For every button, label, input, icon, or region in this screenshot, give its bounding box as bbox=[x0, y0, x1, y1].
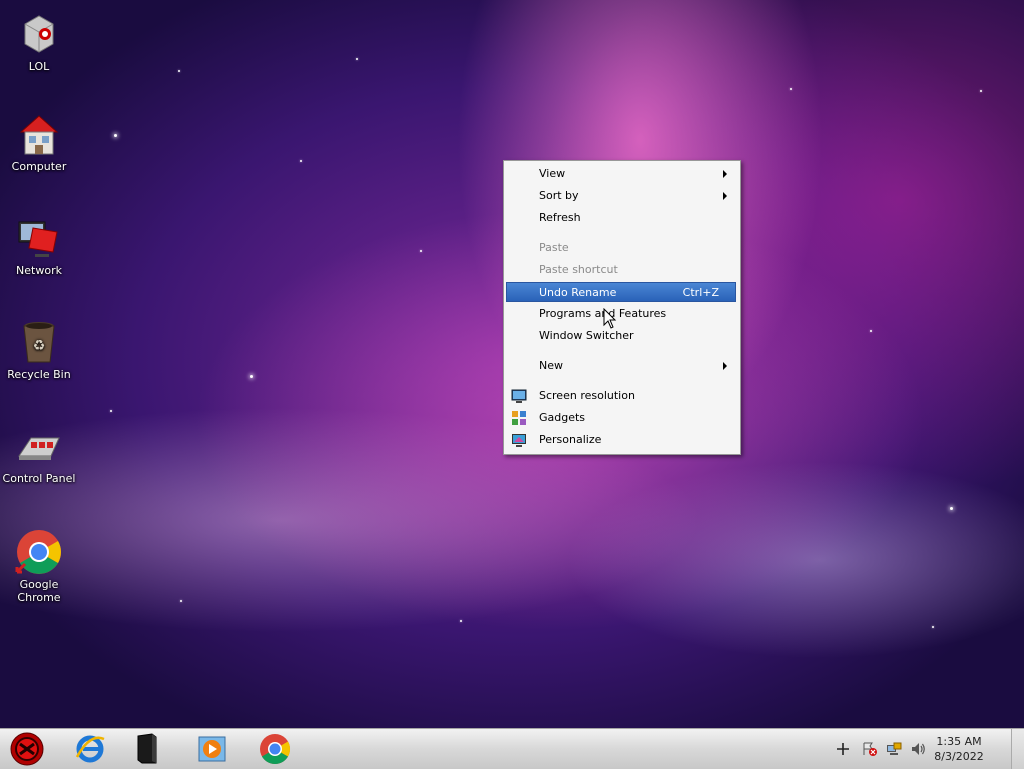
submenu-arrow-icon bbox=[723, 192, 727, 200]
menu-item-paste: Paste bbox=[506, 238, 736, 258]
star bbox=[110, 410, 112, 412]
star bbox=[980, 90, 982, 92]
network-icon bbox=[15, 214, 63, 262]
personalize-icon bbox=[511, 432, 527, 448]
menu-item-refresh[interactable]: Refresh bbox=[506, 208, 736, 228]
start-orb-icon bbox=[10, 732, 44, 766]
tray-action-center[interactable] bbox=[862, 741, 878, 757]
submenu-arrow-icon bbox=[723, 362, 727, 370]
menu-item-new[interactable]: New bbox=[506, 356, 736, 376]
desktop-icon-network[interactable]: Network bbox=[1, 214, 77, 277]
menu-item-paste-shortcut: Paste shortcut bbox=[506, 260, 736, 280]
tray-network[interactable] bbox=[886, 741, 902, 757]
menu-item-label: Screen resolution bbox=[539, 389, 635, 402]
star bbox=[178, 70, 180, 72]
tray-show-hidden-icons[interactable] bbox=[835, 741, 851, 757]
desktop-icon-control-panel[interactable]: Control Panel bbox=[1, 422, 77, 485]
taskbar-media-player[interactable] bbox=[196, 733, 228, 765]
menu-item-view[interactable]: View bbox=[506, 164, 736, 184]
star bbox=[250, 375, 253, 378]
star bbox=[420, 250, 422, 252]
star bbox=[300, 160, 302, 162]
taskbar-chrome[interactable] bbox=[259, 733, 291, 765]
star bbox=[870, 330, 872, 332]
desktop-icon-label: Network bbox=[16, 264, 62, 277]
menu-item-label: Sort by bbox=[539, 189, 579, 202]
menu-item-personalize[interactable]: Personalize bbox=[506, 430, 736, 450]
mouse-cursor-icon bbox=[603, 307, 617, 330]
menu-item-label: Gadgets bbox=[539, 411, 586, 424]
menu-item-shortcut: Ctrl+Z bbox=[682, 286, 719, 299]
star bbox=[356, 58, 358, 60]
desktop-icon-label: Recycle Bin bbox=[7, 368, 71, 381]
desktop-icon-computer[interactable]: Computer bbox=[1, 110, 77, 173]
chrome-icon bbox=[260, 734, 291, 765]
taskbar-file-explorer[interactable] bbox=[134, 733, 166, 765]
menu-item-gadgets[interactable]: Gadgets bbox=[506, 408, 736, 428]
menu-item-label: Paste bbox=[539, 241, 569, 254]
menu-item-label: Undo Rename bbox=[539, 286, 617, 299]
star bbox=[114, 134, 117, 137]
menu-item-label: Personalize bbox=[539, 433, 602, 446]
svg-text:♻: ♻ bbox=[33, 338, 46, 354]
network-icon bbox=[887, 742, 902, 755]
clock-time: 1:35 AM bbox=[936, 735, 982, 748]
desktop-icon-label: Control Panel bbox=[2, 472, 76, 485]
chrome-icon bbox=[15, 528, 63, 576]
menu-item-label: Window Switcher bbox=[539, 329, 634, 342]
desktop-icon-google-chrome[interactable]: Google Chrome bbox=[1, 528, 77, 604]
desktop-icon-label: Computer bbox=[11, 160, 67, 173]
internet-explorer-icon bbox=[75, 735, 105, 763]
menu-item-label: Refresh bbox=[539, 211, 581, 224]
taskbar-clock[interactable]: 1:35 AM 8/3/2022 bbox=[924, 734, 994, 764]
desktop-icon-label: Google Chrome bbox=[17, 578, 61, 604]
plus-icon bbox=[837, 743, 849, 755]
desktop[interactable]: LOL Computer Network ♻ Recycle Bin Contr… bbox=[0, 0, 1024, 728]
computer-house-icon bbox=[15, 110, 63, 158]
desktop-icon-label: LOL bbox=[28, 60, 50, 73]
menu-item-screen-resolution[interactable]: Screen resolution bbox=[506, 386, 736, 406]
star bbox=[950, 507, 953, 510]
submenu-arrow-icon bbox=[723, 170, 727, 178]
show-desktop-button[interactable] bbox=[1011, 729, 1024, 769]
star bbox=[932, 626, 934, 628]
taskbar-internet-explorer[interactable] bbox=[74, 733, 106, 765]
menu-item-programs-and-features[interactable]: Programs and Features bbox=[506, 304, 736, 324]
star bbox=[180, 600, 182, 602]
recycle-bin-icon: ♻ bbox=[15, 318, 63, 366]
screen-resolution-icon bbox=[511, 388, 527, 404]
menu-item-undo-rename[interactable]: Undo Rename Ctrl+Z bbox=[506, 282, 736, 302]
desktop-icon-recycle-bin[interactable]: ♻ Recycle Bin bbox=[1, 318, 77, 381]
lol-app-icon bbox=[15, 10, 63, 58]
action-center-icon bbox=[863, 742, 877, 756]
menu-item-label: View bbox=[539, 167, 566, 180]
desktop-context-menu: View Sort by Refresh Paste Paste shortcu… bbox=[503, 160, 741, 455]
start-button[interactable] bbox=[10, 732, 44, 766]
control-panel-icon bbox=[15, 422, 63, 470]
clock-date: 8/3/2022 bbox=[934, 750, 984, 763]
gadgets-icon bbox=[511, 410, 527, 426]
desktop-icon-lol[interactable]: LOL bbox=[1, 10, 77, 73]
menu-item-label: Paste shortcut bbox=[539, 263, 618, 276]
taskbar: 1:35 AM 8/3/2022 bbox=[0, 728, 1024, 769]
menu-item-label: New bbox=[539, 359, 563, 372]
menu-item-sort-by[interactable]: Sort by bbox=[506, 186, 736, 206]
star bbox=[790, 88, 792, 90]
star bbox=[460, 620, 462, 622]
file-explorer-icon bbox=[137, 733, 157, 764]
media-player-icon bbox=[198, 736, 226, 762]
menu-item-window-switcher[interactable]: Window Switcher bbox=[506, 326, 736, 346]
